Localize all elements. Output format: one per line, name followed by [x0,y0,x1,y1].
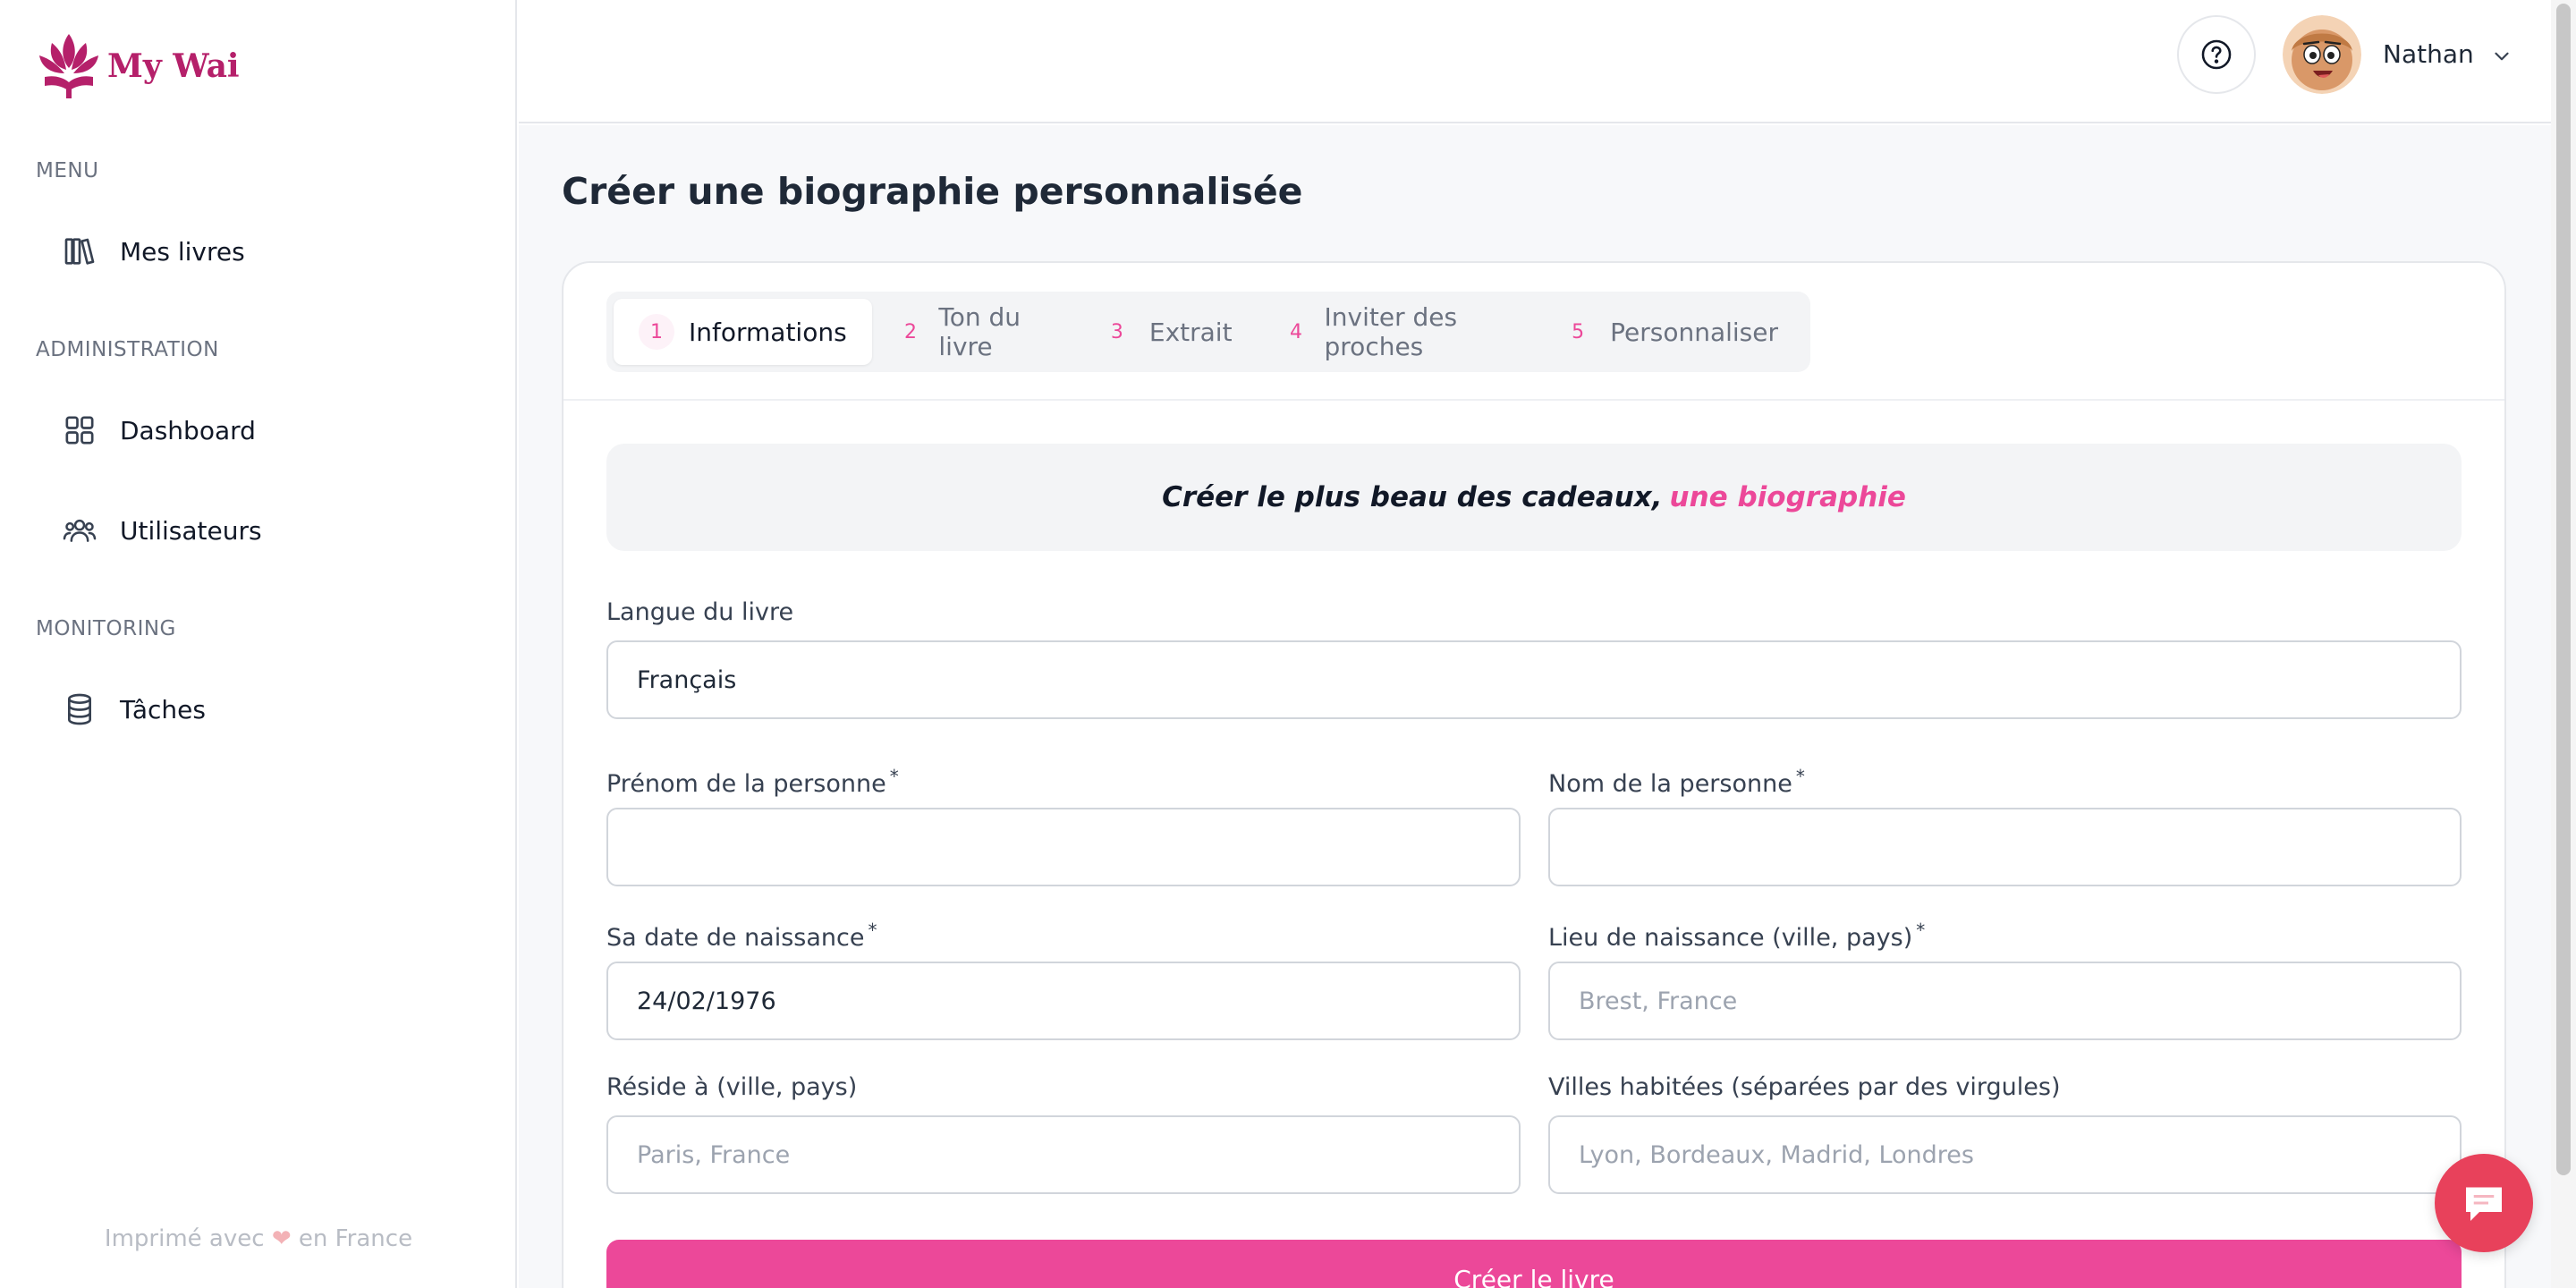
sidebar-item-label: Utilisateurs [120,515,262,546]
first-name-label: Prénom de la personne * [606,766,899,798]
section-label-menu: MENU [36,159,99,182]
birth-date-field[interactable] [606,962,1521,1040]
last-name-label-text: Nom de la personne [1548,770,1792,798]
books-icon [61,233,98,270]
step-number: 5 [1572,320,1585,343]
top-header: Nathan [519,0,2551,123]
birth-date-label: Sa date de naissance * [606,919,877,952]
page-title: Créer une biographie personnalisée [562,170,1303,213]
banner-accent: une biographie [1669,481,1906,513]
lotus-logo-icon [39,34,98,98]
step-label: Extrait [1148,317,1233,347]
first-name-label-text: Prénom de la personne [606,770,886,798]
step-label: Personnaliser [1610,317,1778,347]
sidebar-item-label: Tâches [120,694,206,724]
sidebar-item-dashboard[interactable]: Dashboard [36,394,483,466]
step-number: 2 [904,320,918,343]
required-marker: * [1916,919,1926,941]
sidebar-item-taches[interactable]: Tâches [36,674,483,745]
birth-place-field[interactable] [1548,962,2462,1040]
step-inviter-des-proches[interactable]: 4 Inviter des proches [1258,299,1536,365]
step-number: 3 [1110,320,1123,343]
step-number: 4 [1290,320,1303,343]
residence-field[interactable] [606,1115,1521,1194]
sidebar-item-label: Mes livres [120,236,245,267]
step-extrait[interactable]: 3 Extrait [1074,299,1258,365]
cities-label: Villes habitées (séparées par des virgul… [1548,1073,2061,1101]
section-label-monitoring: MONITORING [36,617,176,640]
first-name-field[interactable] [606,808,1521,886]
step-label: Inviter des proches [1324,302,1458,361]
required-marker: * [868,919,877,941]
step-informations[interactable]: 1 Informations [614,299,872,365]
required-marker: * [1795,766,1805,787]
required-marker: * [889,766,899,787]
sidebar-item-label: Dashboard [120,415,256,445]
step-label: Informations [689,317,847,347]
birth-date-label-text: Sa date de naissance [606,924,865,952]
form-card: 1 Informations 2 Ton du livre 3 Extrait … [562,261,2506,1288]
footer-note: Imprimé avec ❤ en France [0,1225,517,1252]
last-name-field[interactable] [1548,808,2462,886]
sidebar-item-utilisateurs[interactable]: Utilisateurs [36,495,483,566]
heart-icon: ❤ [271,1225,292,1252]
last-name-label: Nom de la personne * [1548,766,1805,798]
step-label: Ton du livre [938,302,1021,361]
create-book-button[interactable]: Créer le livre [606,1240,2462,1288]
birth-place-label-text: Lieu de naissance (ville, pays) [1548,924,1913,952]
chevron-down-icon[interactable] [2490,45,2513,68]
database-icon [61,691,98,728]
chat-button[interactable] [2435,1154,2533,1252]
divider [564,399,2504,401]
chat-bubble-icon [2466,1187,2502,1221]
banner-text: Créer le plus beau des cadeaux, [1162,481,1663,513]
user-name[interactable]: Nathan [2383,39,2474,69]
footer-text-before: Imprimé avec [104,1225,265,1252]
step-number: 1 [639,314,674,350]
residence-label: Réside à (ville, pays) [606,1073,858,1101]
avatar[interactable] [2283,15,2361,94]
step-ton-du-livre[interactable]: 2 Ton du livre [872,299,1074,365]
step-personnaliser[interactable]: 5 Personnaliser [1535,299,1803,365]
language-label: Langue du livre [606,598,794,626]
section-label-administration: ADMINISTRATION [36,338,219,361]
logo-text: My Wai [107,47,240,85]
scrollbar-thumb[interactable] [2556,4,2571,1175]
sidebar-item-mes-livres[interactable]: Mes livres [36,216,483,287]
help-button[interactable] [2177,15,2256,94]
users-icon [61,512,98,549]
question-circle-icon [2201,39,2232,70]
birth-place-label: Lieu de naissance (ville, pays) * [1548,919,1925,952]
language-value: Français [637,665,737,694]
cities-field[interactable] [1548,1115,2462,1194]
grid-icon [61,411,98,449]
language-select[interactable]: Français [606,640,2462,719]
logo[interactable]: My Wai [34,27,240,102]
footer-text-after: en France [298,1225,413,1252]
intro-banner: Créer le plus beau des cadeaux, une biog… [606,444,2462,551]
steps-bar: 1 Informations 2 Ton du livre 3 Extrait … [606,292,1810,372]
main-content: Créer une biographie personnalisée 1 Inf… [519,125,2551,1288]
sidebar: My Wai MENU Mes livres ADMINISTRATION Da… [0,0,517,1288]
